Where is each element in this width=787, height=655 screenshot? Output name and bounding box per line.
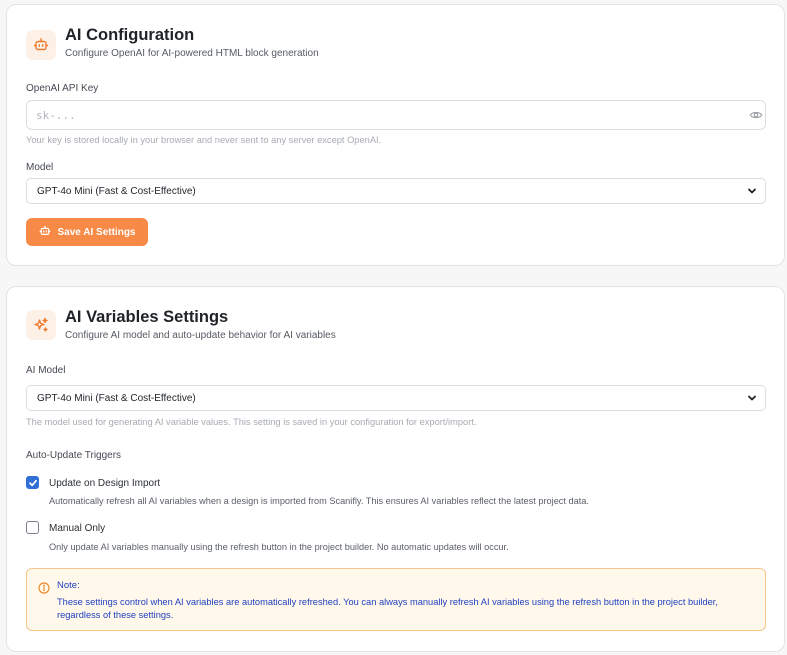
save-ai-settings-label: Save AI Settings: [57, 226, 136, 238]
model-select-value: GPT-4o Mini (Fast & Cost-Effective): [37, 185, 196, 197]
chevron-down-icon: [747, 393, 757, 406]
manual-only-label[interactable]: Manual Only: [49, 523, 105, 534]
check-icon: [28, 479, 37, 486]
ai-model-select[interactable]: GPT-4o Mini (Fast & Cost-Effective): [26, 385, 766, 411]
info-icon: [38, 581, 50, 599]
ai-variables-subtitle: Configure AI model and auto-update behav…: [65, 330, 336, 341]
ai-configuration-title: AI Configuration: [65, 26, 195, 44]
update-on-design-import-label[interactable]: Update on Design Import: [49, 478, 160, 489]
robot-icon: [26, 30, 56, 60]
ai-configuration-card: AI Configuration Configure OpenAI for AI…: [6, 4, 785, 266]
ai-model-select-value: GPT-4o Mini (Fast & Cost-Effective): [37, 392, 196, 404]
ai-configuration-subtitle: Configure OpenAI for AI-powered HTML blo…: [65, 48, 319, 59]
manual-only-checkbox[interactable]: [26, 521, 39, 534]
update-on-design-import-checkbox[interactable]: [26, 476, 39, 489]
chevron-down-icon: [747, 186, 757, 199]
ai-variables-title: AI Variables Settings: [65, 308, 229, 326]
note-title: Note:: [57, 580, 80, 591]
auto-update-triggers-label: Auto-Update Triggers: [26, 450, 122, 461]
robot-icon: [39, 225, 51, 240]
model-label: Model: [26, 162, 54, 173]
ai-variables-settings-card: AI Variables Settings Configure AI model…: [6, 286, 785, 652]
manual-only-description: Only update AI variables manually using …: [49, 542, 509, 552]
note-body: These settings control when AI variables…: [57, 597, 718, 620]
sparkles-icon: [26, 310, 56, 340]
ai-model-hint: The model used for generating AI variabl…: [26, 417, 477, 427]
eye-icon[interactable]: [749, 108, 763, 122]
save-ai-settings-button[interactable]: Save AI Settings: [26, 218, 148, 246]
api-key-input[interactable]: [26, 100, 766, 130]
api-key-hint: Your key is stored locally in your brows…: [26, 135, 382, 145]
ai-model-label: AI Model: [26, 365, 66, 376]
api-key-label: OpenAI API Key: [26, 83, 99, 94]
update-on-design-import-description: Automatically refresh all AI variables w…: [49, 496, 589, 506]
model-select[interactable]: GPT-4o Mini (Fast & Cost-Effective): [26, 178, 766, 204]
note-box: Note: These settings control when AI var…: [26, 568, 766, 631]
